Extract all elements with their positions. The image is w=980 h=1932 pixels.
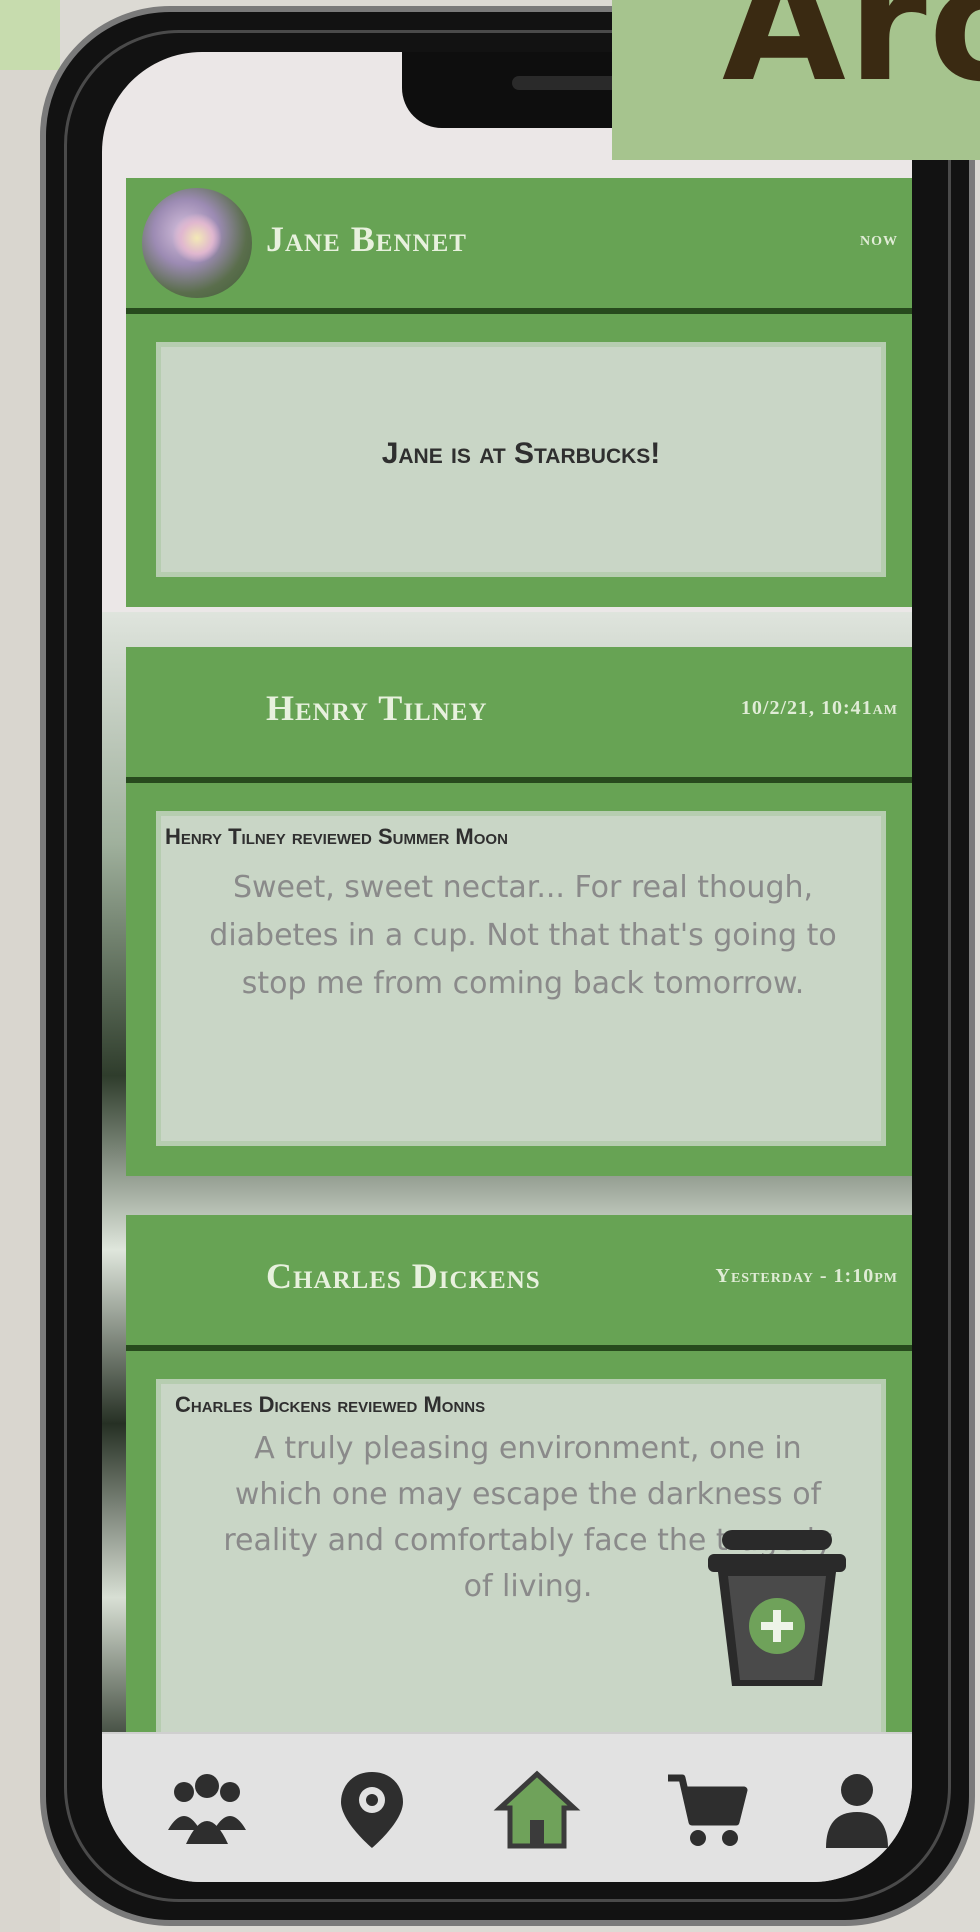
user-name[interactable]: Henry Tilney: [266, 687, 488, 729]
location-icon[interactable]: [327, 1764, 417, 1854]
cart-icon[interactable]: [662, 1764, 752, 1854]
background-strip: [0, 0, 60, 70]
speaker-grille: [512, 76, 622, 90]
card-header: Henry Tilney 10/2/21, 10:41am: [126, 647, 912, 783]
title-banner: Aro: [612, 0, 980, 160]
banner-title: Aro: [722, 0, 980, 117]
review-text: Sweet, sweet nectar... For real though, …: [209, 870, 837, 1001]
home-icon[interactable]: [492, 1764, 582, 1854]
add-drink-fab-icon[interactable]: [704, 1524, 850, 1694]
friends-icon[interactable]: [162, 1764, 252, 1854]
review-title[interactable]: Henry Tilney reviewed Summer Moon: [165, 816, 881, 850]
user-name[interactable]: Jane Bennet: [266, 218, 467, 260]
bottom-nav: [102, 1732, 912, 1882]
card-header: Jane Bennet now: [126, 178, 912, 314]
card-body: Henry Tilney reviewed Summer Moon Sweet,…: [126, 783, 912, 1176]
post-time: Yesterday - 1:10pm: [715, 1265, 898, 1287]
user-name[interactable]: Charles Dickens: [266, 1255, 541, 1297]
post-time: 10/2/21, 10:41am: [740, 697, 898, 719]
profile-icon[interactable]: [812, 1764, 902, 1854]
avatar[interactable]: [142, 188, 252, 298]
status-box: Jane is at Starbucks!: [156, 342, 886, 577]
card-header: Charles Dickens Yesterday - 1:10pm: [126, 1215, 912, 1351]
avatar-flower-image: [172, 213, 222, 263]
review-box: Henry Tilney reviewed Summer Moon Sweet,…: [156, 811, 886, 1146]
status-text: Jane is at Starbucks!: [381, 437, 661, 470]
feed-card-review[interactable]: Henry Tilney 10/2/21, 10:41am Henry Tiln…: [126, 647, 912, 1176]
feed-card-checkin[interactable]: Jane Bennet now Jane is at Starbucks!: [126, 178, 912, 607]
post-time: now: [860, 228, 898, 250]
review-title[interactable]: Charles Dickens reviewed Monns: [175, 1384, 881, 1418]
card-body: Jane is at Starbucks!: [126, 314, 912, 607]
